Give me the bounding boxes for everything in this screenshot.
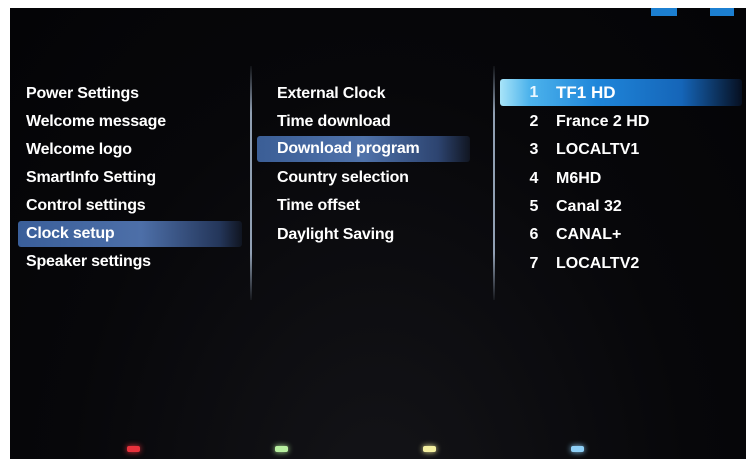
menu-item-external-clock[interactable]: External Clock (257, 81, 497, 107)
channel-number: 2 (529, 113, 539, 130)
channel-number: 6 (529, 226, 539, 243)
channel-row[interactable]: 1 TF1 HD (500, 79, 742, 106)
blue-key-icon[interactable] (571, 446, 584, 452)
channel-name: TF1 HD (556, 83, 616, 102)
menu-item-speaker-settings[interactable]: Speaker settings (18, 249, 251, 275)
menu-item-power-settings[interactable]: Power Settings (18, 81, 251, 107)
column-divider (250, 66, 252, 300)
tv-screen: Power Settings Welcome message Welcome l… (10, 8, 746, 459)
menu-item-time-offset[interactable]: Time offset (257, 193, 497, 219)
menu-item-download-program[interactable]: Download program (257, 136, 470, 162)
yellow-key-icon[interactable] (423, 446, 436, 452)
channel-name: CANAL+ (556, 226, 622, 243)
channel-row[interactable]: 4 M6HD (500, 165, 742, 192)
channel-row[interactable]: 5 Canal 32 (500, 193, 742, 220)
menu-item-clock-setup[interactable]: Clock setup (18, 221, 242, 247)
channel-name: France 2 HD (556, 113, 650, 130)
channel-name: LOCALTV2 (556, 255, 640, 272)
menu-item-welcome-message[interactable]: Welcome message (18, 109, 251, 135)
channel-name: Canal 32 (556, 198, 622, 215)
channel-row[interactable]: 3 LOCALTV1 (500, 136, 742, 163)
menu-item-time-download[interactable]: Time download (257, 109, 497, 135)
channel-row[interactable]: 2 France 2 HD (500, 108, 742, 135)
menu-item-daylight-saving[interactable]: Daylight Saving (257, 222, 497, 248)
channel-number: 3 (529, 141, 539, 158)
channel-name: M6HD (556, 170, 602, 187)
menu-item-welcome-logo[interactable]: Welcome logo (18, 137, 251, 163)
channel-name: LOCALTV1 (556, 141, 640, 158)
top-right-indicator (710, 8, 734, 16)
red-key-icon[interactable] (127, 446, 140, 452)
channel-number: 4 (529, 170, 539, 187)
menu-item-country-selection[interactable]: Country selection (257, 165, 497, 191)
top-right-indicator (651, 8, 677, 16)
channel-row[interactable]: 7 LOCALTV2 (500, 250, 742, 277)
channel-number: 1 (529, 84, 539, 101)
channel-row[interactable]: 6 CANAL+ (500, 221, 742, 248)
channel-number: 5 (529, 198, 539, 215)
menu-item-smartinfo-setting[interactable]: SmartInfo Setting (18, 165, 251, 191)
menu-item-control-settings[interactable]: Control settings (18, 193, 251, 219)
column-divider (493, 66, 495, 300)
green-key-icon[interactable] (275, 446, 288, 452)
channel-number: 7 (529, 255, 539, 272)
